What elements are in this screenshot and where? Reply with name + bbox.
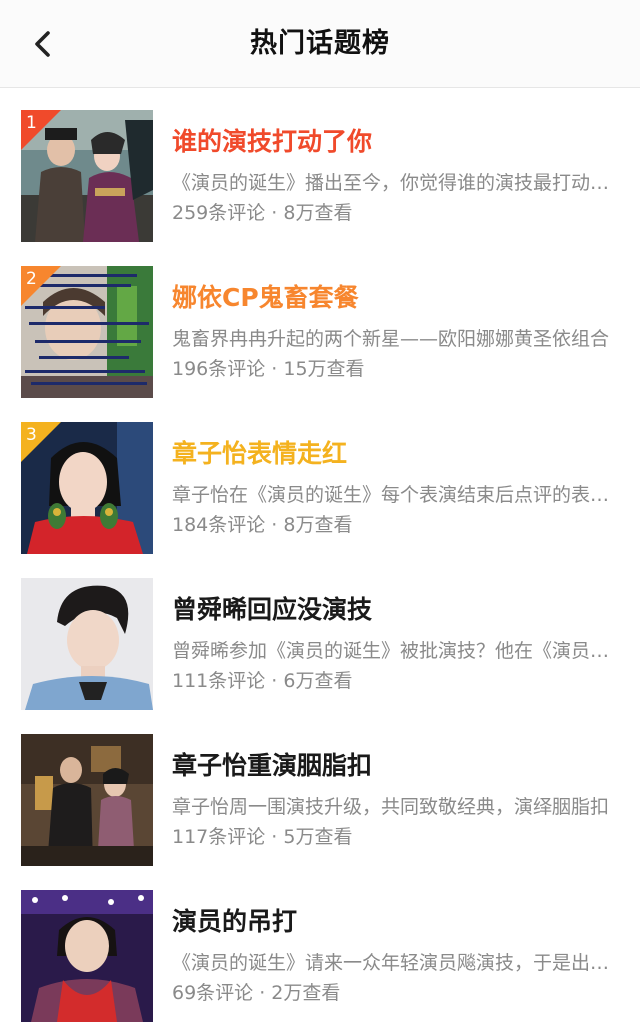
rank-badge: 1	[21, 110, 61, 150]
topic-thumbnail	[21, 578, 153, 710]
rank-number: 1	[26, 113, 37, 133]
topic-description: 章子怡周一围演技升级，共同致敬经典，演绎胭脂扣	[172, 796, 610, 818]
thumbnail-image	[21, 578, 153, 710]
topic-title: 谁的演技打动了你	[172, 127, 373, 156]
topic-thumbnail: 3	[21, 422, 153, 554]
topic-description: 章子怡在《演员的诞生》每个表演结束后点评的表情走红	[172, 484, 616, 506]
topic-item[interactable]: 章子怡重演胭脂扣 章子怡周一围演技升级，共同致敬经典，演绎胭脂扣 117条评论 …	[0, 712, 640, 868]
page-title: 热门话题榜	[250, 28, 390, 59]
topic-stats: 184条评论 · 8万查看	[172, 514, 353, 536]
app-screen: 热门话题榜 1 谁的演技打动了你 《演员的诞生》播出至今，你觉得谁的演技最打动你…	[0, 0, 640, 1034]
rank-badge: 3	[21, 422, 61, 462]
topic-item[interactable]: 曾舜晞回应没演技 曾舜晞参加《演员的诞生》被批演技？他在《演员的诞生》回应 11…	[0, 556, 640, 712]
topic-description: 鬼畜界冉冉升起的两个新星——欧阳娜娜黄圣依组合	[172, 328, 610, 350]
topic-description: 《演员的诞生》请来一众年轻演员飚演技，于是出现了吊打	[172, 952, 616, 974]
thumbnail-image	[21, 734, 153, 866]
topic-item[interactable]: 1 谁的演技打动了你 《演员的诞生》播出至今，你觉得谁的演技最打动你？ 259条…	[0, 88, 640, 244]
topic-stats: 69条评论 · 2万查看	[172, 982, 341, 1004]
topic-title: 曾舜晞回应没演技	[172, 595, 373, 624]
topic-item[interactable]: 2 娜依CP鬼畜套餐 鬼畜界冉冉升起的两个新星——欧阳娜娜黄圣依组合 196条评…	[0, 244, 640, 400]
topic-stats: 117条评论 · 5万查看	[172, 826, 353, 848]
topic-stats: 196条评论 · 15万查看	[172, 358, 365, 380]
topic-description: 曾舜晞参加《演员的诞生》被批演技？他在《演员的诞生》回应	[172, 640, 616, 662]
topic-stats: 111条评论 · 6万查看	[172, 670, 353, 692]
rank-number: 3	[26, 425, 37, 445]
topic-stats: 259条评论 · 8万查看	[172, 202, 353, 224]
topic-item[interactable]: 3 章子怡表情走红 章子怡在《演员的诞生》每个表演结束后点评的表情走红 184条…	[0, 400, 640, 556]
rank-number: 2	[26, 269, 37, 289]
topic-thumbnail: 2	[21, 266, 153, 398]
topic-item[interactable]: 演员的吊打 《演员的诞生》请来一众年轻演员飚演技，于是出现了吊打 69条评论 ·…	[0, 868, 640, 1024]
navigation-bar: 热门话题榜	[0, 0, 640, 88]
topic-thumbnail	[21, 890, 153, 1022]
topic-title: 章子怡表情走红	[172, 439, 348, 468]
topic-thumbnail	[21, 734, 153, 866]
topic-title: 演员的吊打	[172, 907, 298, 936]
topic-description: 《演员的诞生》播出至今，你觉得谁的演技最打动你？	[172, 172, 616, 194]
thumbnail-image	[21, 890, 153, 1022]
topic-thumbnail: 1	[21, 110, 153, 242]
rank-badge: 2	[21, 266, 61, 306]
topic-title: 章子怡重演胭脂扣	[172, 751, 373, 780]
topic-title: 娜依CP鬼畜套餐	[172, 283, 359, 312]
